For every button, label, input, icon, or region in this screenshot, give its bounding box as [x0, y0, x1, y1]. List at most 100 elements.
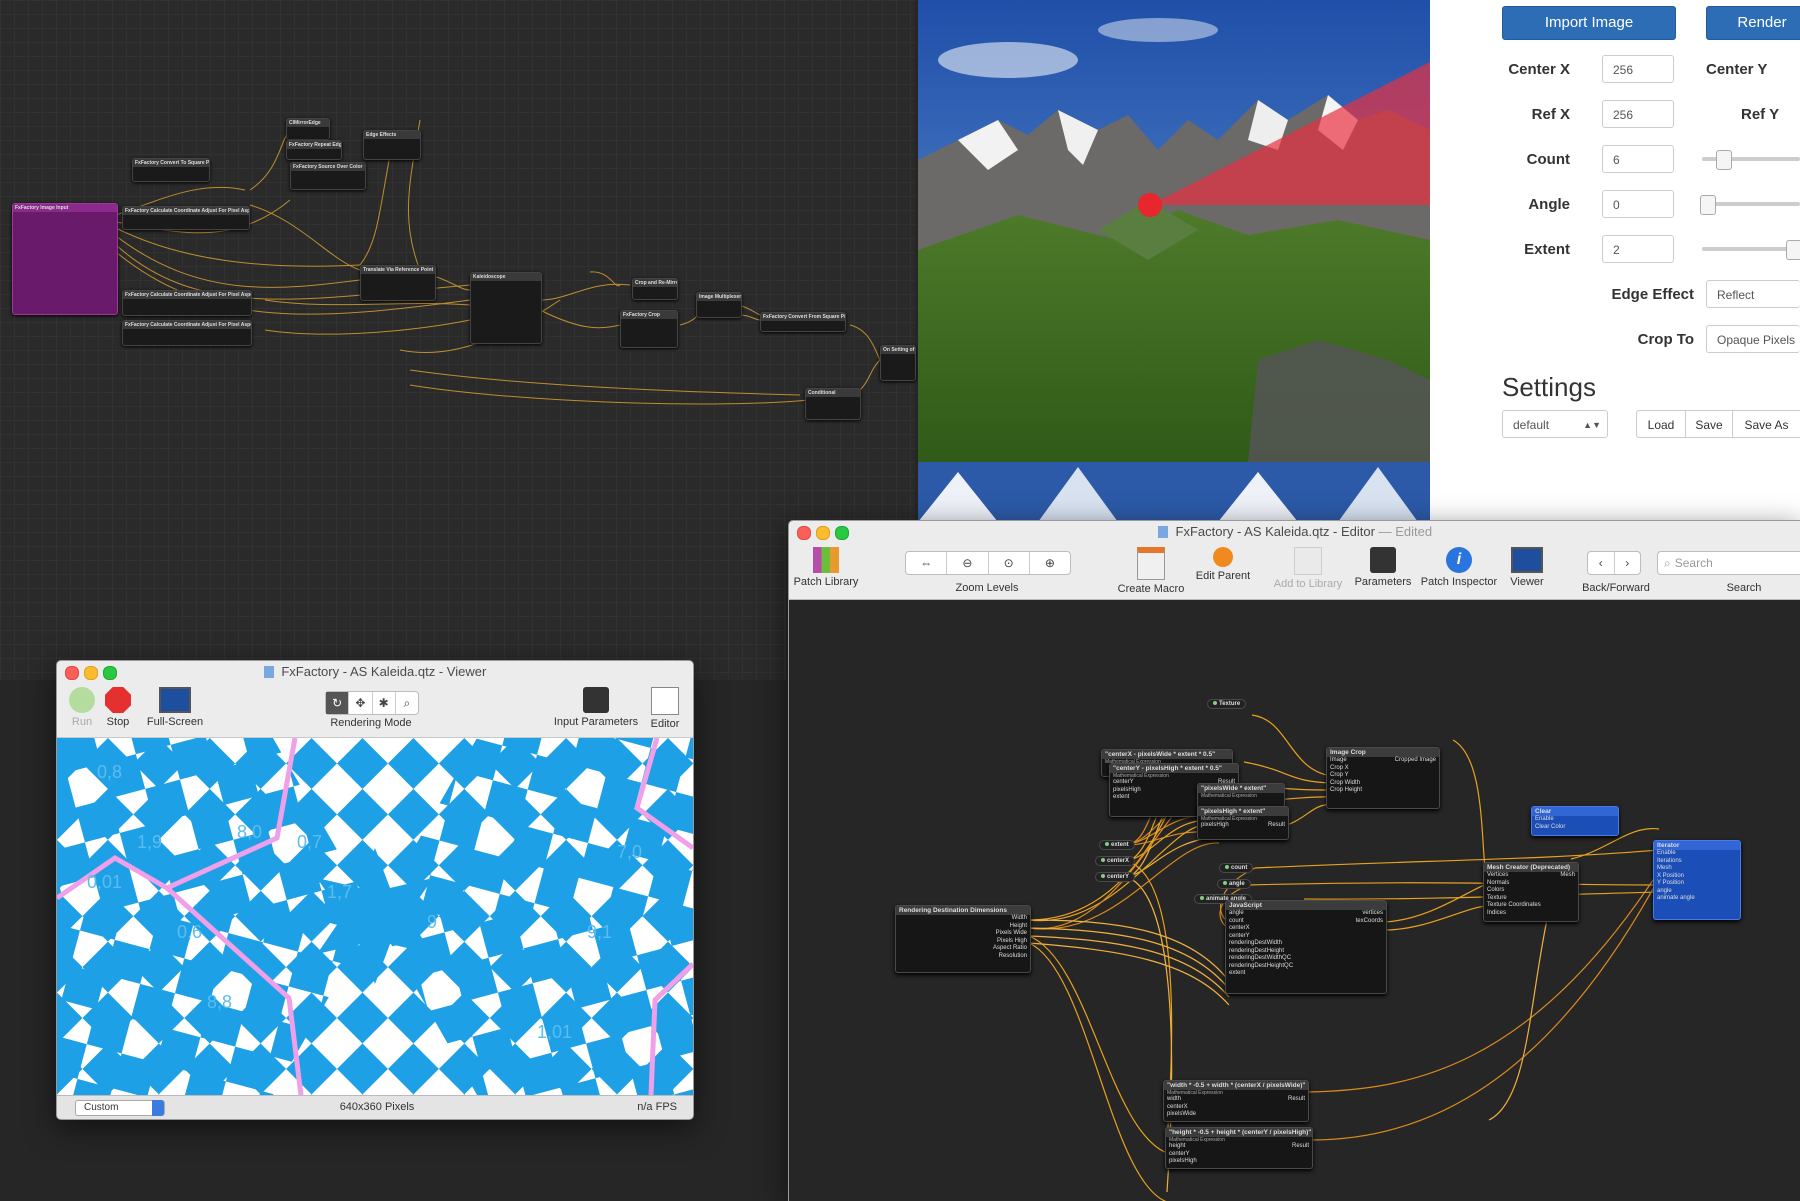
- import-image-button[interactable]: Import Image: [1502, 6, 1676, 40]
- close-window-button[interactable]: [65, 666, 79, 680]
- editor-canvas[interactable]: Texture "centerX - pixelsWide * extent *…: [789, 600, 1800, 1201]
- size-select[interactable]: Custom: [75, 1100, 165, 1116]
- close-window-button[interactable]: [797, 526, 811, 540]
- crop-remirror-node[interactable]: Crop and Re-Mirror: [632, 278, 678, 300]
- patch-inspector-button[interactable]: i Patch Inspector: [1417, 547, 1501, 588]
- angle-port-node[interactable]: angle: [1217, 879, 1251, 889]
- editor-window[interactable]: FxFactory - AS Kaleida.qtz - Editor — Ed…: [788, 520, 1800, 1201]
- extent-input[interactable]: 2: [1602, 235, 1674, 263]
- angle-slider-knob[interactable]: [1700, 195, 1716, 215]
- image-crop-node[interactable]: Image Crop Image Cropped Image Crop X Cro…: [1326, 747, 1440, 809]
- ref-x-input[interactable]: 256: [1602, 100, 1674, 128]
- load-button[interactable]: Load: [1636, 410, 1686, 438]
- centerx-port-node[interactable]: centerX: [1095, 856, 1136, 866]
- interact-mode-icon[interactable]: ✱: [373, 692, 396, 714]
- forward-icon[interactable]: ›: [1615, 552, 1641, 574]
- background-composition-graph[interactable]: FxFactory Image Input FxFactory Convert …: [0, 0, 916, 680]
- back-forward-control[interactable]: ‹ ›: [1587, 551, 1641, 575]
- input-parameters-button[interactable]: Input Parameters: [551, 687, 641, 728]
- centery-port-node[interactable]: centerY: [1095, 872, 1136, 882]
- edge-effects-node[interactable]: Edge Effects: [363, 130, 421, 160]
- zoom-mode-icon[interactable]: ⌕: [396, 692, 418, 714]
- javascript-node[interactable]: JavaScript angle vertices count texCoords …: [1225, 900, 1387, 994]
- edge-effect-select[interactable]: Reflect: [1706, 280, 1800, 308]
- mesh-creator-node[interactable]: Mesh Creator (Deprecated) Vertices Mesh N…: [1483, 862, 1579, 922]
- rotate-mode-icon[interactable]: ↻: [326, 692, 350, 714]
- count-slider-knob[interactable]: [1716, 150, 1732, 170]
- crop-to-label: Crop To: [1637, 331, 1694, 348]
- count-input[interactable]: 6: [1602, 145, 1674, 173]
- zoom-fit-icon[interactable]: ⇔: [906, 552, 948, 574]
- coordinate-adjust-node[interactable]: FxFactory Calculate Coordinate Adjust Fo…: [122, 206, 250, 230]
- center-x-label: Center X: [1508, 61, 1570, 78]
- ref-y-label: Ref Y: [1741, 106, 1780, 123]
- source-over-color-node[interactable]: FxFactory Source Over Color: [290, 162, 366, 190]
- search-field[interactable]: ⌕ Search: [1657, 551, 1800, 575]
- zoom-window-button[interactable]: [835, 526, 849, 540]
- crop-to-select[interactable]: Opaque Pixels: [1706, 325, 1800, 353]
- image-preview[interactable]: [918, 0, 1430, 462]
- run-button[interactable]: Run: [63, 687, 101, 728]
- mirror-edge-node[interactable]: CIMirrorEdge: [286, 118, 330, 140]
- angle-input[interactable]: 0: [1602, 190, 1674, 218]
- zoom-levels-control[interactable]: ⇔ ⊖ ⊙ ⊕: [905, 551, 1071, 575]
- kaleido-preview-strip: [918, 462, 1430, 522]
- conditional-node[interactable]: Conditional: [805, 388, 861, 420]
- translate-reference-node[interactable]: Translate Via Reference Point: [360, 265, 436, 301]
- coordinate-adjust-node-3[interactable]: FxFactory Calculate Coordinate Adjust Fo…: [122, 320, 252, 346]
- texture-port-node[interactable]: Texture: [1207, 699, 1247, 709]
- fullscreen-button[interactable]: Full-Screen: [139, 687, 211, 728]
- center-x-input[interactable]: 256: [1602, 55, 1674, 83]
- stop-button[interactable]: Stop: [99, 687, 137, 728]
- create-macro-button[interactable]: Create Macro: [1113, 547, 1189, 595]
- editor-button[interactable]: Editor: [643, 687, 687, 730]
- extent-slider-knob[interactable]: [1786, 240, 1800, 260]
- image-input-node[interactable]: FxFactory Image Input: [12, 203, 118, 315]
- image-multiplexer-node[interactable]: Image Multiplexer: [696, 292, 742, 318]
- add-to-library-button[interactable]: Add to Library: [1269, 547, 1347, 590]
- fxfactory-crop-node[interactable]: FxFactory Crop: [620, 310, 678, 348]
- settings-select[interactable]: default ▲▼: [1502, 410, 1608, 438]
- zoom-reset-icon[interactable]: ⊙: [989, 552, 1030, 574]
- editor-icon: [651, 687, 679, 715]
- back-forward-label: Back/Forward: [1582, 582, 1650, 594]
- save-as-button[interactable]: Save As: [1732, 410, 1800, 438]
- kaleidoscope-canvas[interactable]: 0,8 1,9 7,0 0,01 8,0 9,1 0,7 1,7 8,8 1,0…: [57, 738, 693, 1095]
- rendering-mode-control[interactable]: ↻ ✥ ✱ ⌕: [325, 691, 419, 715]
- coordinate-adjust-node-2[interactable]: FxFactory Calculate Coordinate Adjust Fo…: [122, 290, 252, 316]
- zoom-window-button[interactable]: [103, 666, 117, 680]
- repeat-edges-node[interactable]: FxFactory Repeat Edges: [286, 140, 342, 160]
- kaleido-label: 0,7: [297, 832, 322, 852]
- render-button[interactable]: Render: [1706, 6, 1800, 40]
- count-port-node[interactable]: count: [1219, 863, 1254, 873]
- angle-slider[interactable]: [1702, 202, 1800, 206]
- convert-from-square-node[interactable]: FxFactory Convert From Square Pixels: [760, 312, 846, 332]
- extent-port-node[interactable]: extent: [1099, 840, 1135, 850]
- clear-node[interactable]: Clear Enable Clear Color: [1531, 806, 1619, 836]
- back-icon[interactable]: ‹: [1588, 552, 1615, 574]
- patch-library-button[interactable]: Patch Library: [791, 547, 861, 588]
- zoom-out-icon[interactable]: ⊖: [947, 552, 989, 574]
- convert-square-pixels-node[interactable]: FxFactory Convert To Square Pixels: [132, 158, 210, 182]
- up-arrow-icon: [1213, 547, 1233, 567]
- minimize-window-button[interactable]: [84, 666, 98, 680]
- iterator-node[interactable]: Iterator Enable Iterations Mesh X Positi…: [1653, 840, 1741, 920]
- zoom-in-icon[interactable]: ⊕: [1030, 552, 1070, 574]
- save-button[interactable]: Save: [1685, 410, 1733, 438]
- viewer-window[interactable]: FxFactory - AS Kaleida.qtz - Viewer Run …: [56, 660, 694, 1120]
- math-expression-node-y-position[interactable]: "height * -0.5 + height * (centerY / pix…: [1165, 1127, 1313, 1169]
- search-icon: ⌕: [1664, 556, 1671, 570]
- kaleidoscope-node[interactable]: Kaleidoscope: [470, 272, 542, 344]
- move-mode-icon[interactable]: ✥: [349, 692, 373, 714]
- math-expression-node-height[interactable]: "pixelsHigh * extent" Mathematical Expre…: [1197, 806, 1289, 840]
- edit-parent-button[interactable]: Edit Parent: [1191, 547, 1255, 582]
- editor-titlebar[interactable]: FxFactory - AS Kaleida.qtz - Editor — Ed…: [789, 521, 1800, 543]
- on-setting-crop-node[interactable]: On Setting of Crop: [880, 345, 916, 381]
- viewer-button[interactable]: Viewer: [1505, 547, 1549, 588]
- minimize-window-button[interactable]: [816, 526, 830, 540]
- kaleido-label: 1,9: [137, 832, 162, 852]
- viewer-titlebar[interactable]: FxFactory - AS Kaleida.qtz - Viewer: [57, 661, 693, 683]
- math-expression-node-x-position[interactable]: "width * -0.5 + width * (centerX / pixel…: [1163, 1080, 1309, 1122]
- rendering-destination-node[interactable]: Rendering Destination Dimensions Width H…: [895, 905, 1031, 973]
- parameters-button[interactable]: Parameters: [1351, 547, 1415, 588]
